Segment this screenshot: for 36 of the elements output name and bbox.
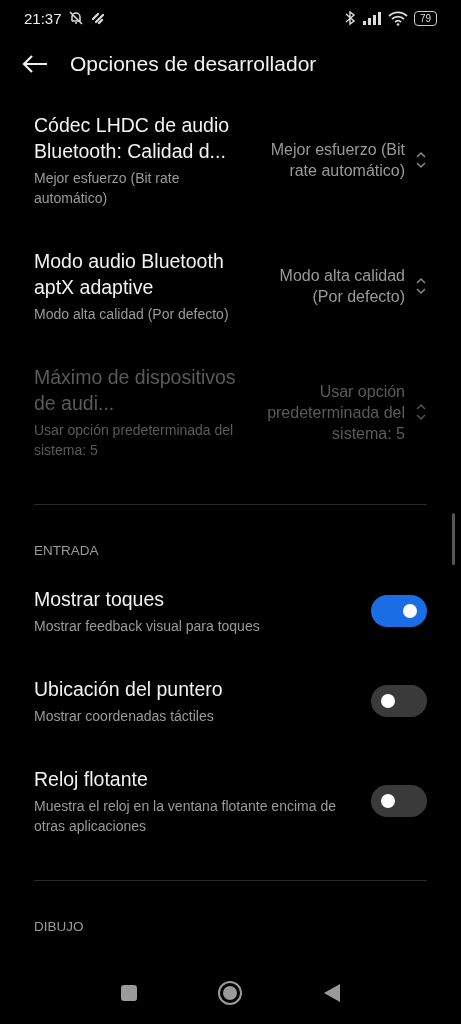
- dropdown-value: Mejor esfuerzo (Bit rate automático): [269, 140, 405, 181]
- recents-button-icon[interactable]: [119, 984, 138, 1002]
- chevron-up-down-icon: [415, 401, 427, 423]
- section-header: ENTRADA: [34, 542, 100, 560]
- home-button-icon[interactable]: [217, 980, 244, 1006]
- dropdown-value: Modo alta calidad (Por defecto): [278, 266, 405, 307]
- dropdown-setting[interactable]: Códec LHDC de audio Bluetooth: Calidad d... Mejor esfuerzo (Bit rate automático) Mejor esfuerzo (Bit rate automático): [34, 92, 427, 228]
- setting-summary: Mejor esfuerzo (Bit rate automático): [34, 169, 181, 208]
- setting-title: Reloj flotante: [34, 767, 149, 792]
- setting-title: Modo audio Bluetooth aptX adaptive: [34, 249, 225, 300]
- setting-title: Mostrar toques: [34, 587, 166, 612]
- bluetooth-icon: [343, 10, 356, 26]
- setting-summary: Modo alta calidad (Por defecto): [34, 305, 230, 324]
- wifi-icon: [387, 10, 408, 26]
- setting-summary: Muestra el reloj en la ventana flotante encima de otras aplicaciones: [34, 797, 337, 836]
- dropdown-value: Usar opción predeterminada del sistema: 5: [266, 381, 405, 444]
- dropdown-setting[interactable]: Modo audio Bluetooth aptX adaptive Modo alta calidad (Por defecto) Modo alta calidad (Por defecto): [34, 228, 427, 344]
- setting-summary: Usar opción predeterminada del sistema: 5: [34, 421, 235, 460]
- setting-summary: Mostrar coordenadas táctiles: [34, 707, 215, 726]
- back-button-icon[interactable]: [323, 983, 342, 1003]
- toggle-switch[interactable]: [371, 595, 427, 627]
- setting-title: Códec LHDC de audio Bluetooth: Calidad d...: [34, 113, 231, 164]
- setting-title: Máximo de dispositivos de audi...: [34, 365, 237, 416]
- back-arrow-icon[interactable]: [22, 54, 48, 74]
- page-title: Opciones de desarrollador: [70, 52, 317, 76]
- signal-icon: [361, 11, 382, 25]
- clock: 21:37: [24, 9, 62, 27]
- chevron-up-down-icon: [415, 275, 427, 297]
- bell-muted-icon: [67, 10, 84, 26]
- setting-summary: Mostrar feedback visual para toques: [34, 617, 261, 636]
- toggle-switch[interactable]: [371, 785, 427, 817]
- chevron-up-down-icon: [415, 149, 427, 171]
- battery-indicator: 79: [413, 10, 437, 26]
- toggle-switch[interactable]: [371, 685, 427, 717]
- section-header: DIBUJO: [34, 918, 85, 936]
- setting-title: Ubicación del puntero: [34, 677, 224, 702]
